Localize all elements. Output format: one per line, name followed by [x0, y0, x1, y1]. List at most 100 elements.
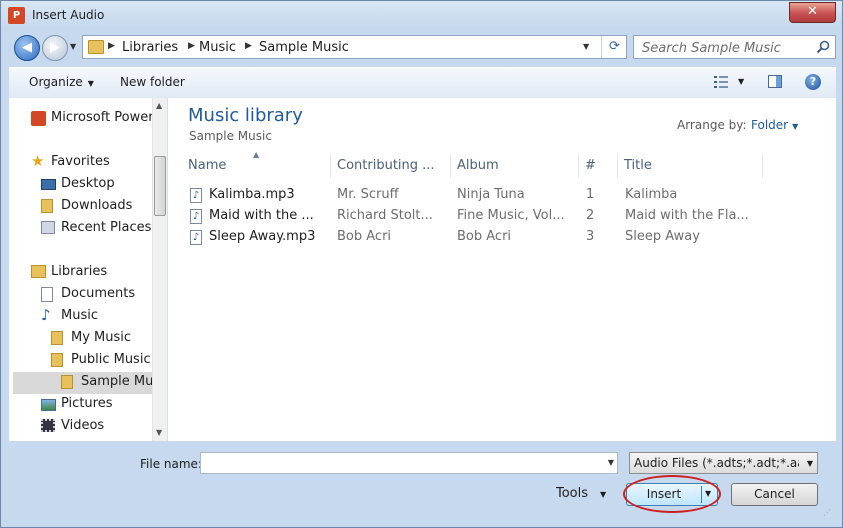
column-header-title[interactable]: Title [618, 154, 763, 178]
desktop-icon [41, 179, 56, 190]
address-history-dropdown-icon[interactable]: ▼ [583, 42, 589, 51]
search-box[interactable] [633, 35, 836, 59]
tools-label: Tools [556, 486, 589, 501]
file-row[interactable]: ♪ Sleep Away.mp3 Bob Acri Bob Acri 3 Sle… [181, 227, 771, 248]
file-track-number: 3 [586, 229, 595, 244]
dropdown-arrow-icon: ▼ [600, 490, 607, 499]
arrange-by-dropdown[interactable]: Folder ▼ [751, 118, 798, 132]
file-artist: Bob Acri [337, 229, 392, 244]
library-subtitle: Sample Music [189, 129, 272, 143]
file-title: Sleep Away [625, 229, 700, 244]
folder-icon [88, 40, 104, 54]
arrange-by-value: Folder [751, 118, 789, 132]
sidebar-item-pictures[interactable]: Pictures [41, 395, 161, 415]
forward-button[interactable]: ▶ [42, 35, 68, 61]
sidebar-item-label: Desktop [61, 176, 115, 191]
music-note-icon: ♪ [41, 306, 51, 324]
column-header-album[interactable]: Album [451, 154, 579, 178]
file-name-dropdown-icon[interactable]: ▼ [608, 458, 614, 467]
scrollbar-thumb[interactable] [154, 156, 166, 216]
sidebar-item-public-music[interactable]: Public Music [51, 351, 161, 371]
arrange-by-label: Arrange by: [677, 118, 747, 132]
dropdown-arrow-icon: ▼ [87, 79, 94, 88]
folder-icon [51, 353, 63, 367]
videos-icon [41, 419, 55, 432]
file-name-label: File name: [140, 457, 202, 471]
sidebar-item-sample-music[interactable]: Sample Music [13, 372, 167, 394]
breadcrumb-separator-icon[interactable]: ▶ [245, 41, 252, 51]
sidebar-item-label: Documents [61, 286, 136, 301]
sidebar-item-downloads[interactable]: Downloads [41, 197, 161, 217]
sidebar-item-label: Pictures [61, 396, 113, 411]
file-row[interactable]: ♪ Kalimba.mp3 Mr. Scruff Ninja Tuna 1 Ka… [181, 185, 771, 206]
scroll-down-icon[interactable]: ▼ [156, 428, 162, 437]
breadcrumb-separator-icon[interactable]: ▶ [188, 41, 195, 51]
sidebar-item-label: Favorites [51, 154, 110, 169]
file-name-input[interactable] [205, 455, 599, 473]
new-folder-button[interactable]: New folder [120, 75, 185, 89]
change-view-icon[interactable] [714, 75, 728, 89]
close-button[interactable]: ✕ [789, 2, 836, 23]
breadcrumb-separator-icon[interactable]: ▶ [108, 41, 115, 51]
view-options-dropdown-icon[interactable]: ▼ [738, 77, 744, 86]
back-button[interactable]: ◀ [14, 35, 40, 61]
column-header-track-number[interactable]: # [579, 154, 618, 178]
file-type-filter[interactable]: Audio Files (*.adts;*.adt;*.aac;*. ▼ [629, 452, 818, 474]
sidebar-item-my-music[interactable]: My Music [51, 329, 161, 349]
breadcrumb-music[interactable]: Music [199, 40, 236, 55]
column-header-name[interactable]: Name [182, 154, 331, 178]
sidebar-item-music[interactable]: ♪ Music [41, 306, 161, 327]
sidebar-item-favorites[interactable]: ★ Favorites [31, 152, 161, 173]
file-row[interactable]: ♪ Maid with the ... Richard Stolt... Fin… [181, 206, 771, 227]
sidebar-item-label: Public Music [71, 352, 151, 367]
file-type-filter-value: Audio Files (*.adts;*.adt;*.aac;*. [634, 456, 799, 470]
file-track-number: 1 [586, 187, 595, 202]
sidebar-item-desktop[interactable]: Desktop [41, 175, 161, 195]
sidebar-item-label: Microsoft PowerPoint [51, 110, 167, 125]
sidebar-item-documents[interactable]: Documents [41, 285, 161, 305]
highlight-annotation-ring [623, 475, 721, 513]
refresh-button[interactable]: ⟳ [601, 36, 627, 58]
command-toolbar: Organize ▼ New folder ▼ ? [9, 67, 836, 99]
address-bar[interactable]: ▶ Libraries ▶ Music ▶ Sample Music ▼ ⟳ [82, 35, 627, 59]
file-name: Maid with the ... [209, 208, 314, 223]
tools-menu-button[interactable]: Tools ▼ [556, 486, 606, 501]
file-artist: Mr. Scruff [337, 187, 399, 202]
search-icon[interactable] [815, 39, 831, 55]
file-name: Sleep Away.mp3 [209, 229, 316, 244]
recent-places-icon [41, 221, 55, 234]
pictures-icon [41, 399, 56, 411]
column-header-contributing-artists[interactable]: Contributing ... [331, 154, 451, 178]
library-title: Music library [188, 105, 303, 126]
star-icon: ★ [31, 152, 45, 170]
folder-icon [51, 331, 63, 345]
help-icon[interactable]: ? [805, 74, 821, 90]
breadcrumb-sample-music[interactable]: Sample Music [259, 40, 349, 55]
scroll-up-icon[interactable]: ▲ [156, 101, 162, 110]
resize-grip-icon[interactable]: ⋰ [823, 508, 833, 518]
search-input[interactable] [640, 39, 814, 57]
file-name-combobox[interactable]: ▼ [200, 452, 618, 474]
recent-pages-dropdown-icon[interactable]: ▼ [70, 42, 76, 51]
sidebar-item-label: Libraries [51, 264, 108, 279]
file-artist: Richard Stolt... [337, 208, 433, 223]
cancel-button[interactable]: Cancel [731, 483, 818, 506]
sidebar-item-microsoft-powerpoint[interactable]: Microsoft PowerPoint [31, 109, 167, 129]
preview-pane-icon[interactable] [768, 75, 782, 88]
sidebar-item-videos[interactable]: Videos [41, 417, 161, 437]
breadcrumb-libraries[interactable]: Libraries [122, 40, 178, 55]
sidebar-item-label: Music [61, 308, 98, 323]
file-list-pane: Music library Sample Music Arrange by: F… [181, 98, 836, 441]
sidebar-item-label: Recent Places [61, 220, 152, 235]
insert-audio-dialog: P Insert Audio ✕ ◀ ▶ ▼ ▶ Libraries ▶ Mus… [0, 0, 843, 528]
file-name: Kalimba.mp3 [209, 187, 295, 202]
file-track-number: 2 [586, 208, 595, 223]
downloads-folder-icon [41, 199, 53, 213]
sidebar-item-recent-places[interactable]: Recent Places [41, 219, 161, 239]
sidebar-item-label: My Music [71, 330, 132, 345]
sidebar-item-libraries[interactable]: Libraries [31, 263, 161, 283]
sidebar-scrollbar[interactable]: ▲ ▼ [152, 98, 167, 441]
organize-button[interactable]: Organize ▼ [29, 75, 94, 89]
powerpoint-app-icon: P [8, 7, 25, 24]
audio-file-icon: ♪ [190, 188, 202, 203]
